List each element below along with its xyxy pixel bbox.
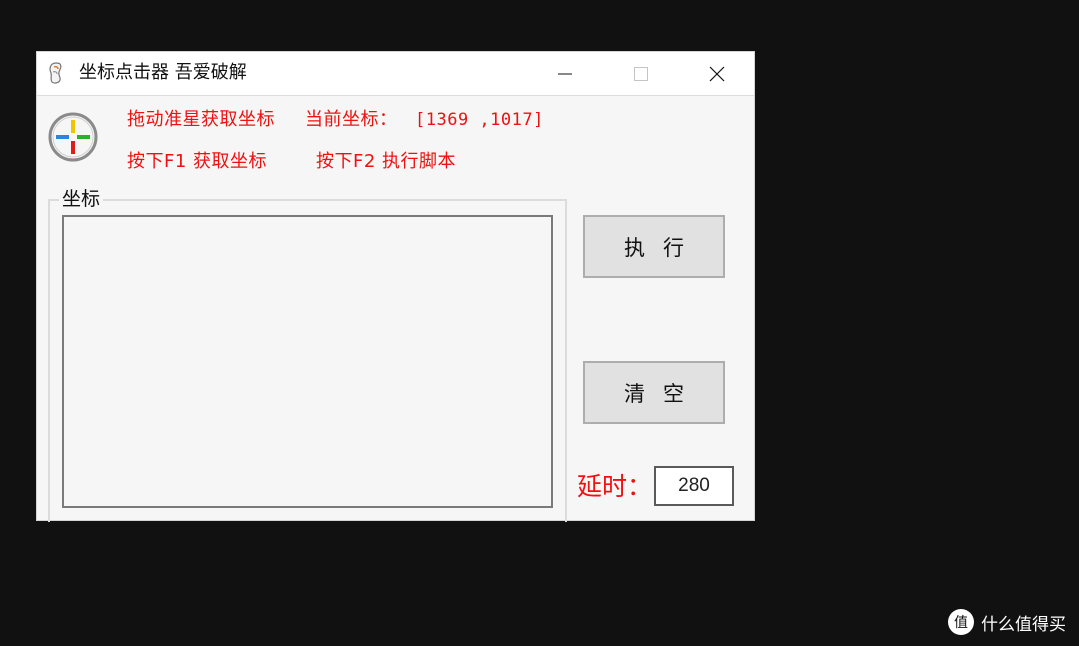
- watermark-text: 什么值得买: [981, 614, 1066, 635]
- current-coord-label: 当前坐标：: [305, 109, 398, 130]
- clear-button[interactable]: 清空: [583, 361, 725, 424]
- close-icon: [709, 66, 725, 81]
- window-title: 坐标点击器 吾爱破解: [79, 62, 247, 83]
- watermark-logo-icon: 值: [948, 609, 974, 635]
- delay-input[interactable]: 280: [654, 466, 734, 506]
- current-coord-value: [1369 ,1017]: [415, 110, 544, 130]
- drag-hint: 拖动准星获取坐标: [127, 109, 275, 130]
- coord-group-label: 坐标: [59, 188, 104, 210]
- maximize-button[interactable]: [618, 52, 664, 95]
- watermark: 值 什么值得买: [948, 609, 1066, 635]
- crosshair-icon[interactable]: [47, 111, 99, 163]
- f1-hint: 按下F1 获取坐标: [127, 151, 268, 172]
- f2-hint: 按下F2 执行脚本: [316, 151, 457, 172]
- app-icon: [45, 61, 67, 85]
- minimize-icon: [558, 73, 572, 74]
- maximize-icon: [634, 66, 648, 81]
- delay-label: 延时：: [577, 472, 653, 501]
- coord-listbox[interactable]: [62, 215, 553, 508]
- execute-button[interactable]: 执行: [583, 215, 725, 278]
- title-bar[interactable]: 坐标点击器 吾爱破解: [37, 52, 754, 96]
- close-button[interactable]: [694, 52, 740, 95]
- app-window: 坐标点击器 吾爱破解 拖动准星获取坐标 当前坐标： [1369 ,1017] 按…: [36, 51, 755, 522]
- svg-text:值: 值: [954, 615, 968, 631]
- minimize-button[interactable]: [542, 52, 588, 95]
